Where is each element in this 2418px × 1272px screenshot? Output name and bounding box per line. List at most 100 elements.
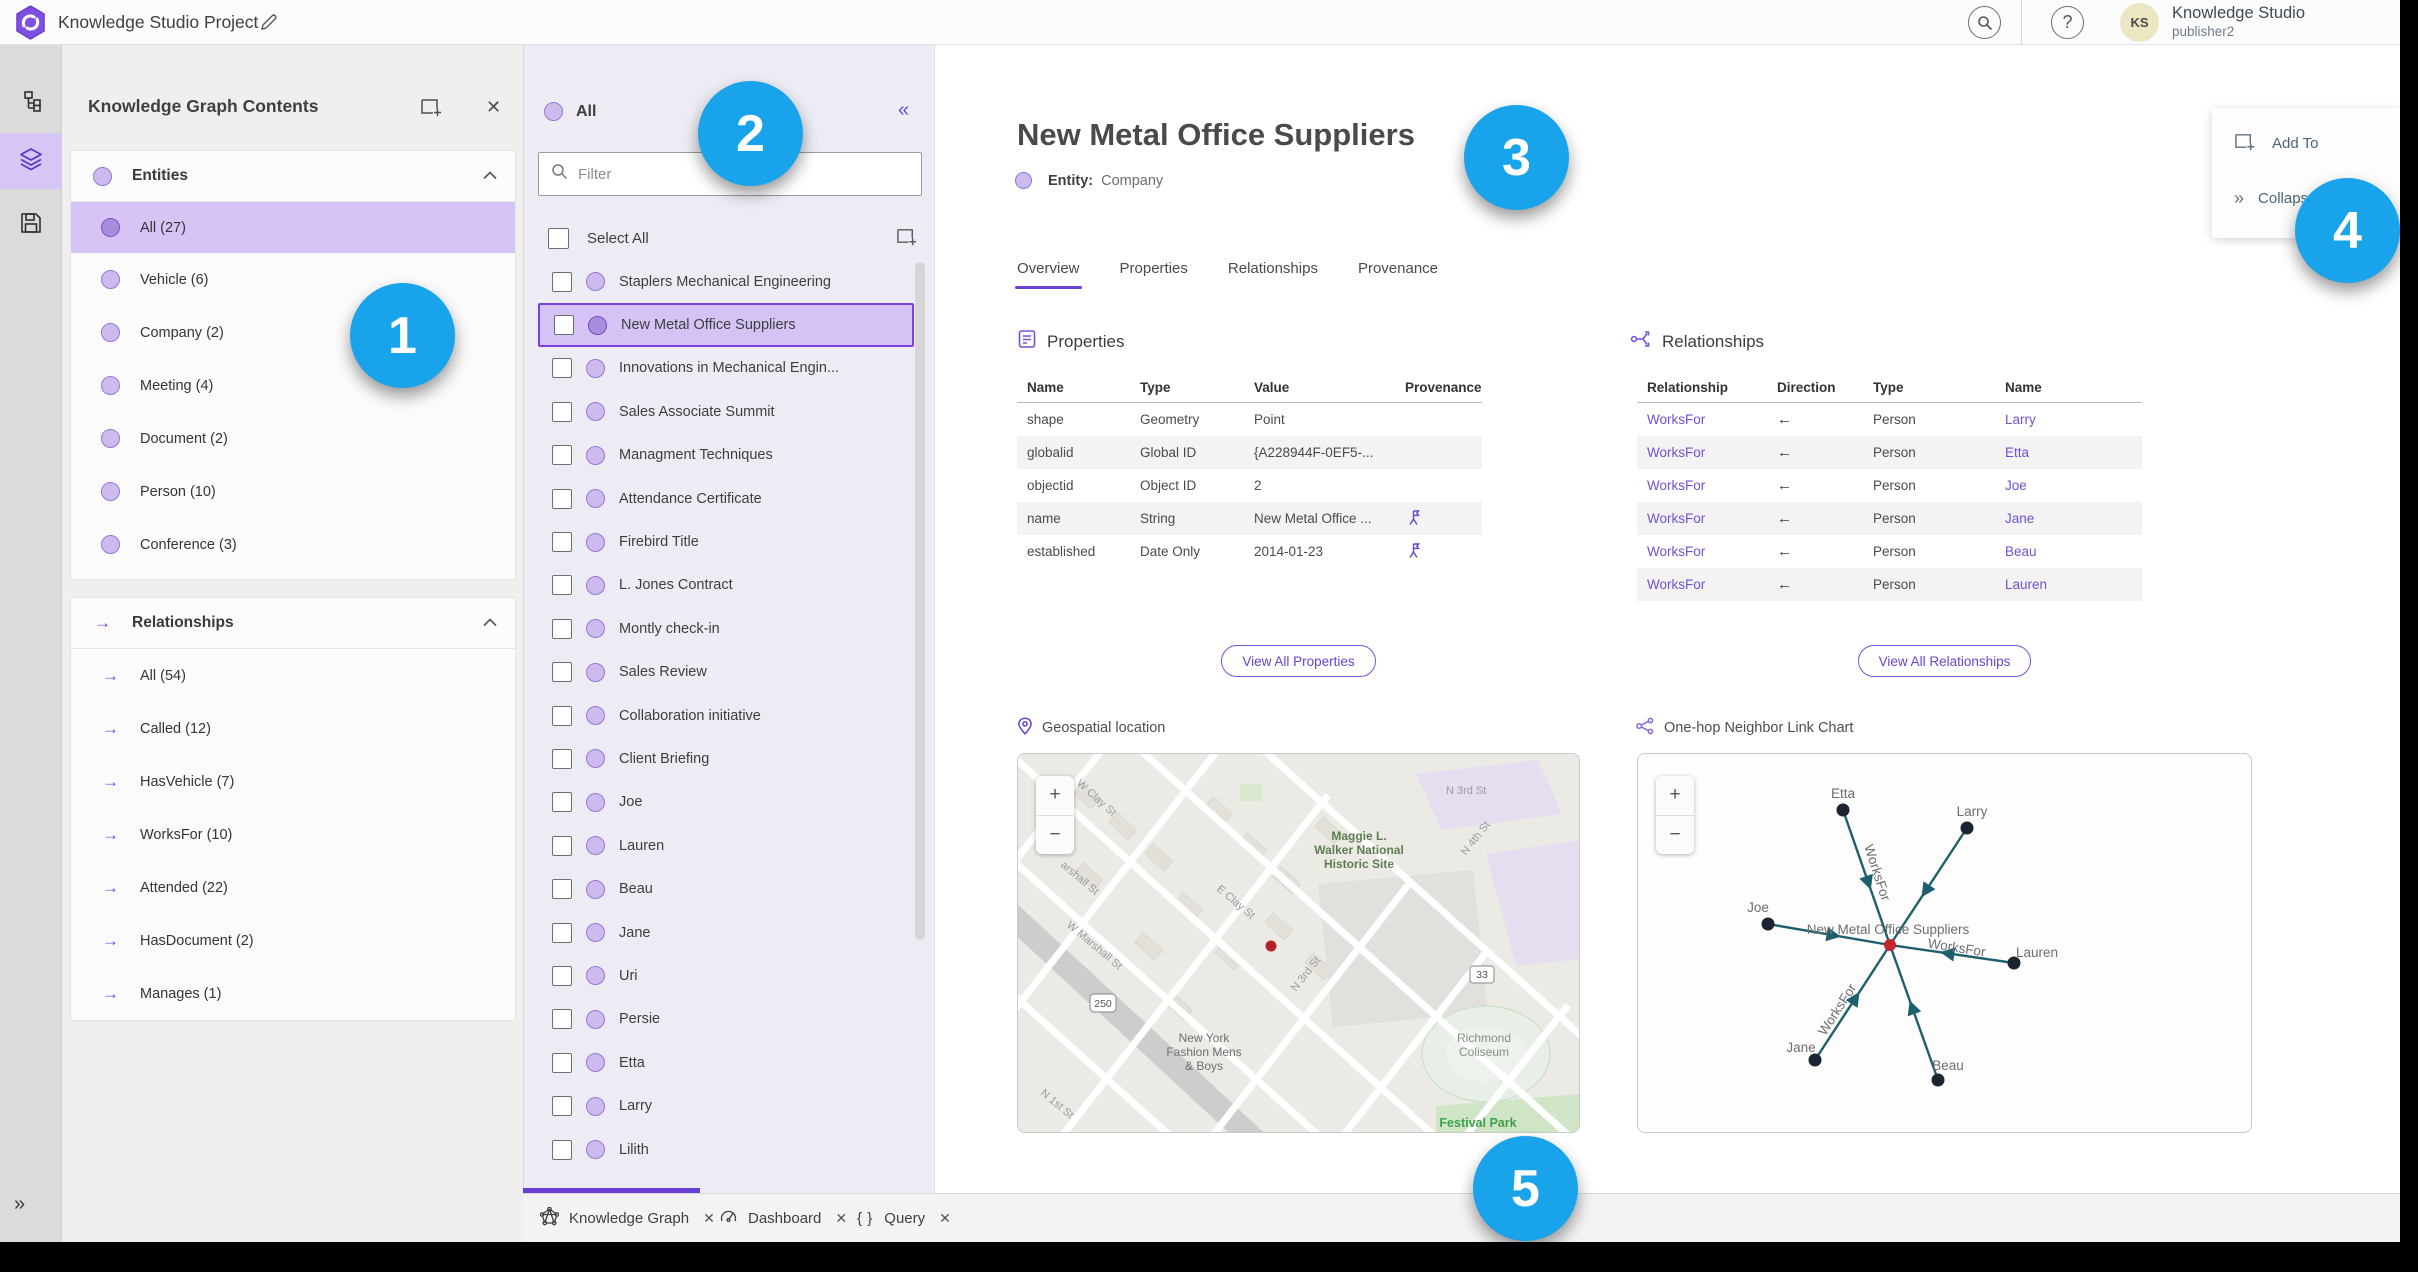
zoom-out-button[interactable]: − bbox=[1036, 816, 1074, 855]
entity-type-row[interactable]: Person (10) bbox=[71, 465, 515, 518]
item-checkbox[interactable] bbox=[552, 922, 572, 943]
relationship-type-row[interactable]: → WorksFor (10) bbox=[71, 808, 515, 861]
tab-overview[interactable]: Overview bbox=[1015, 260, 1082, 289]
list-item[interactable]: Innovations in Mechanical Engin... bbox=[538, 347, 914, 390]
list-item[interactable]: Lilith bbox=[538, 1128, 914, 1171]
node[interactable] bbox=[1761, 917, 1775, 931]
list-item[interactable]: Larry bbox=[538, 1084, 914, 1127]
node[interactable] bbox=[1836, 803, 1850, 817]
list-item[interactable]: Collaboration initiative bbox=[538, 694, 914, 737]
entity-type-row[interactable]: Document (2) bbox=[71, 412, 515, 465]
item-checkbox[interactable] bbox=[552, 488, 572, 509]
close-tab-icon[interactable]: ✕ bbox=[939, 1210, 951, 1227]
list-item[interactable]: Firebird Title bbox=[538, 520, 914, 563]
contents-rail-button[interactable] bbox=[0, 133, 62, 189]
list-scrollbar[interactable] bbox=[915, 262, 925, 940]
entity-type-row[interactable]: All (27) bbox=[71, 202, 515, 253]
link-chart-widget[interactable]: + − Etta Larry Joe Lauren Jane Beau New … bbox=[1637, 753, 2252, 1133]
relationship-type-row[interactable]: → Called (12) bbox=[71, 702, 515, 755]
view-all-properties-button[interactable]: View All Properties bbox=[1221, 645, 1376, 677]
list-item[interactable]: Client Briefing bbox=[538, 737, 914, 780]
relationships-header[interactable]: → Relationships bbox=[71, 598, 515, 649]
chevron-up-icon[interactable] bbox=[483, 614, 497, 632]
item-checkbox[interactable] bbox=[552, 879, 572, 900]
node[interactable] bbox=[1960, 821, 1974, 835]
provenance-flag-icon[interactable] bbox=[1405, 509, 1482, 529]
list-item[interactable]: Jane bbox=[538, 911, 914, 954]
tab-properties[interactable]: Properties bbox=[1120, 260, 1188, 289]
tab-relationships[interactable]: Relationships bbox=[1228, 260, 1318, 289]
relationship-type-row[interactable]: → Attended (22) bbox=[71, 861, 515, 914]
list-item[interactable]: Sales Review bbox=[538, 651, 914, 694]
tab-query[interactable]: { } Query ✕ bbox=[857, 1194, 951, 1242]
list-item[interactable]: Lauren bbox=[538, 824, 914, 867]
entity-type-row[interactable]: Conference (3) bbox=[71, 518, 515, 571]
item-checkbox[interactable] bbox=[552, 358, 572, 379]
item-checkbox[interactable] bbox=[552, 532, 572, 553]
edit-title-icon[interactable] bbox=[260, 13, 278, 36]
select-all-checkbox[interactable] bbox=[548, 227, 569, 249]
data-model-rail-button[interactable] bbox=[0, 75, 62, 131]
tab-dashboard[interactable]: Dashboard ✕ bbox=[719, 1194, 847, 1242]
item-checkbox[interactable] bbox=[552, 1139, 572, 1160]
zoom-out-button[interactable]: − bbox=[1656, 816, 1694, 855]
zoom-in-button[interactable]: + bbox=[1656, 776, 1694, 816]
close-panel-icon[interactable]: ✕ bbox=[486, 97, 501, 118]
list-item[interactable]: Uri bbox=[538, 954, 914, 997]
item-checkbox[interactable] bbox=[554, 315, 574, 336]
list-item[interactable]: Beau bbox=[538, 867, 914, 910]
item-checkbox[interactable] bbox=[552, 618, 572, 639]
item-checkbox[interactable] bbox=[552, 1009, 572, 1030]
entities-header[interactable]: Entities bbox=[71, 151, 515, 202]
add-selection-to-map-icon[interactable] bbox=[896, 225, 918, 252]
list-item[interactable]: Etta bbox=[538, 1041, 914, 1084]
add-to-menu-item[interactable]: Add To bbox=[2234, 130, 2318, 156]
list-item[interactable]: Attendance Certificate bbox=[538, 477, 914, 520]
list-item-selected[interactable]: New Metal Office Suppliers bbox=[538, 303, 914, 347]
list-item[interactable]: Persie bbox=[538, 998, 914, 1041]
collapse-panel-icon[interactable]: « bbox=[898, 99, 909, 122]
relationship-type-row[interactable]: → Manages (1) bbox=[71, 967, 515, 1020]
center-node[interactable] bbox=[1884, 939, 1896, 951]
list-item[interactable]: L. Jones Contract bbox=[538, 564, 914, 607]
list-item[interactable]: Joe bbox=[538, 781, 914, 824]
relationship-type-row[interactable]: → All (54) bbox=[71, 649, 515, 702]
avatar[interactable]: KS bbox=[2120, 3, 2159, 42]
relationship-type-row[interactable]: → HasVehicle (7) bbox=[71, 755, 515, 808]
node[interactable] bbox=[1931, 1073, 1945, 1087]
close-tab-icon[interactable]: ✕ bbox=[703, 1210, 715, 1227]
item-checkbox[interactable] bbox=[552, 705, 572, 726]
tab-provenance[interactable]: Provenance bbox=[1358, 260, 1438, 289]
tab-knowledge-graph[interactable]: Knowledge Graph ✕ bbox=[539, 1194, 715, 1242]
item-checkbox[interactable] bbox=[552, 1096, 572, 1117]
search-button[interactable] bbox=[1968, 6, 2001, 39]
list-item[interactable]: Montly check-in bbox=[538, 607, 914, 650]
item-checkbox[interactable] bbox=[552, 835, 572, 856]
item-checkbox[interactable] bbox=[552, 271, 572, 292]
item-checkbox[interactable] bbox=[552, 445, 572, 466]
map-widget[interactable]: + − W Clay St N 3rd St N 4th St arshall … bbox=[1017, 753, 1580, 1133]
expand-rail-icon[interactable]: » bbox=[14, 1193, 25, 1216]
item-checkbox[interactable] bbox=[552, 575, 572, 596]
save-rail-button[interactable] bbox=[0, 197, 62, 253]
item-checkbox[interactable] bbox=[552, 662, 572, 683]
list-item[interactable]: Sales Associate Summit bbox=[538, 390, 914, 433]
view-all-relationships-button[interactable]: View All Relationships bbox=[1857, 645, 2032, 677]
zoom-in-button[interactable]: + bbox=[1036, 776, 1074, 816]
add-to-new-map-icon[interactable] bbox=[420, 95, 443, 123]
entity-type-row[interactable]: Meeting (4) bbox=[71, 359, 515, 412]
relationship-type-row[interactable]: → HasDocument (2) bbox=[71, 914, 515, 967]
entity-type-row[interactable]: Vehicle (6) bbox=[71, 253, 515, 306]
item-checkbox[interactable] bbox=[552, 401, 572, 422]
item-checkbox[interactable] bbox=[552, 1052, 572, 1073]
item-checkbox[interactable] bbox=[552, 965, 572, 986]
node[interactable] bbox=[1808, 1053, 1822, 1067]
close-tab-icon[interactable]: ✕ bbox=[835, 1210, 847, 1227]
item-checkbox[interactable] bbox=[552, 792, 572, 813]
list-item[interactable]: Managment Techniques bbox=[538, 434, 914, 477]
provenance-flag-icon[interactable] bbox=[1405, 542, 1482, 562]
list-item[interactable]: Staplers Mechanical Engineering bbox=[538, 260, 914, 303]
item-checkbox[interactable] bbox=[552, 748, 572, 769]
chevron-up-icon[interactable] bbox=[483, 167, 497, 185]
help-button[interactable]: ? bbox=[2051, 6, 2084, 39]
